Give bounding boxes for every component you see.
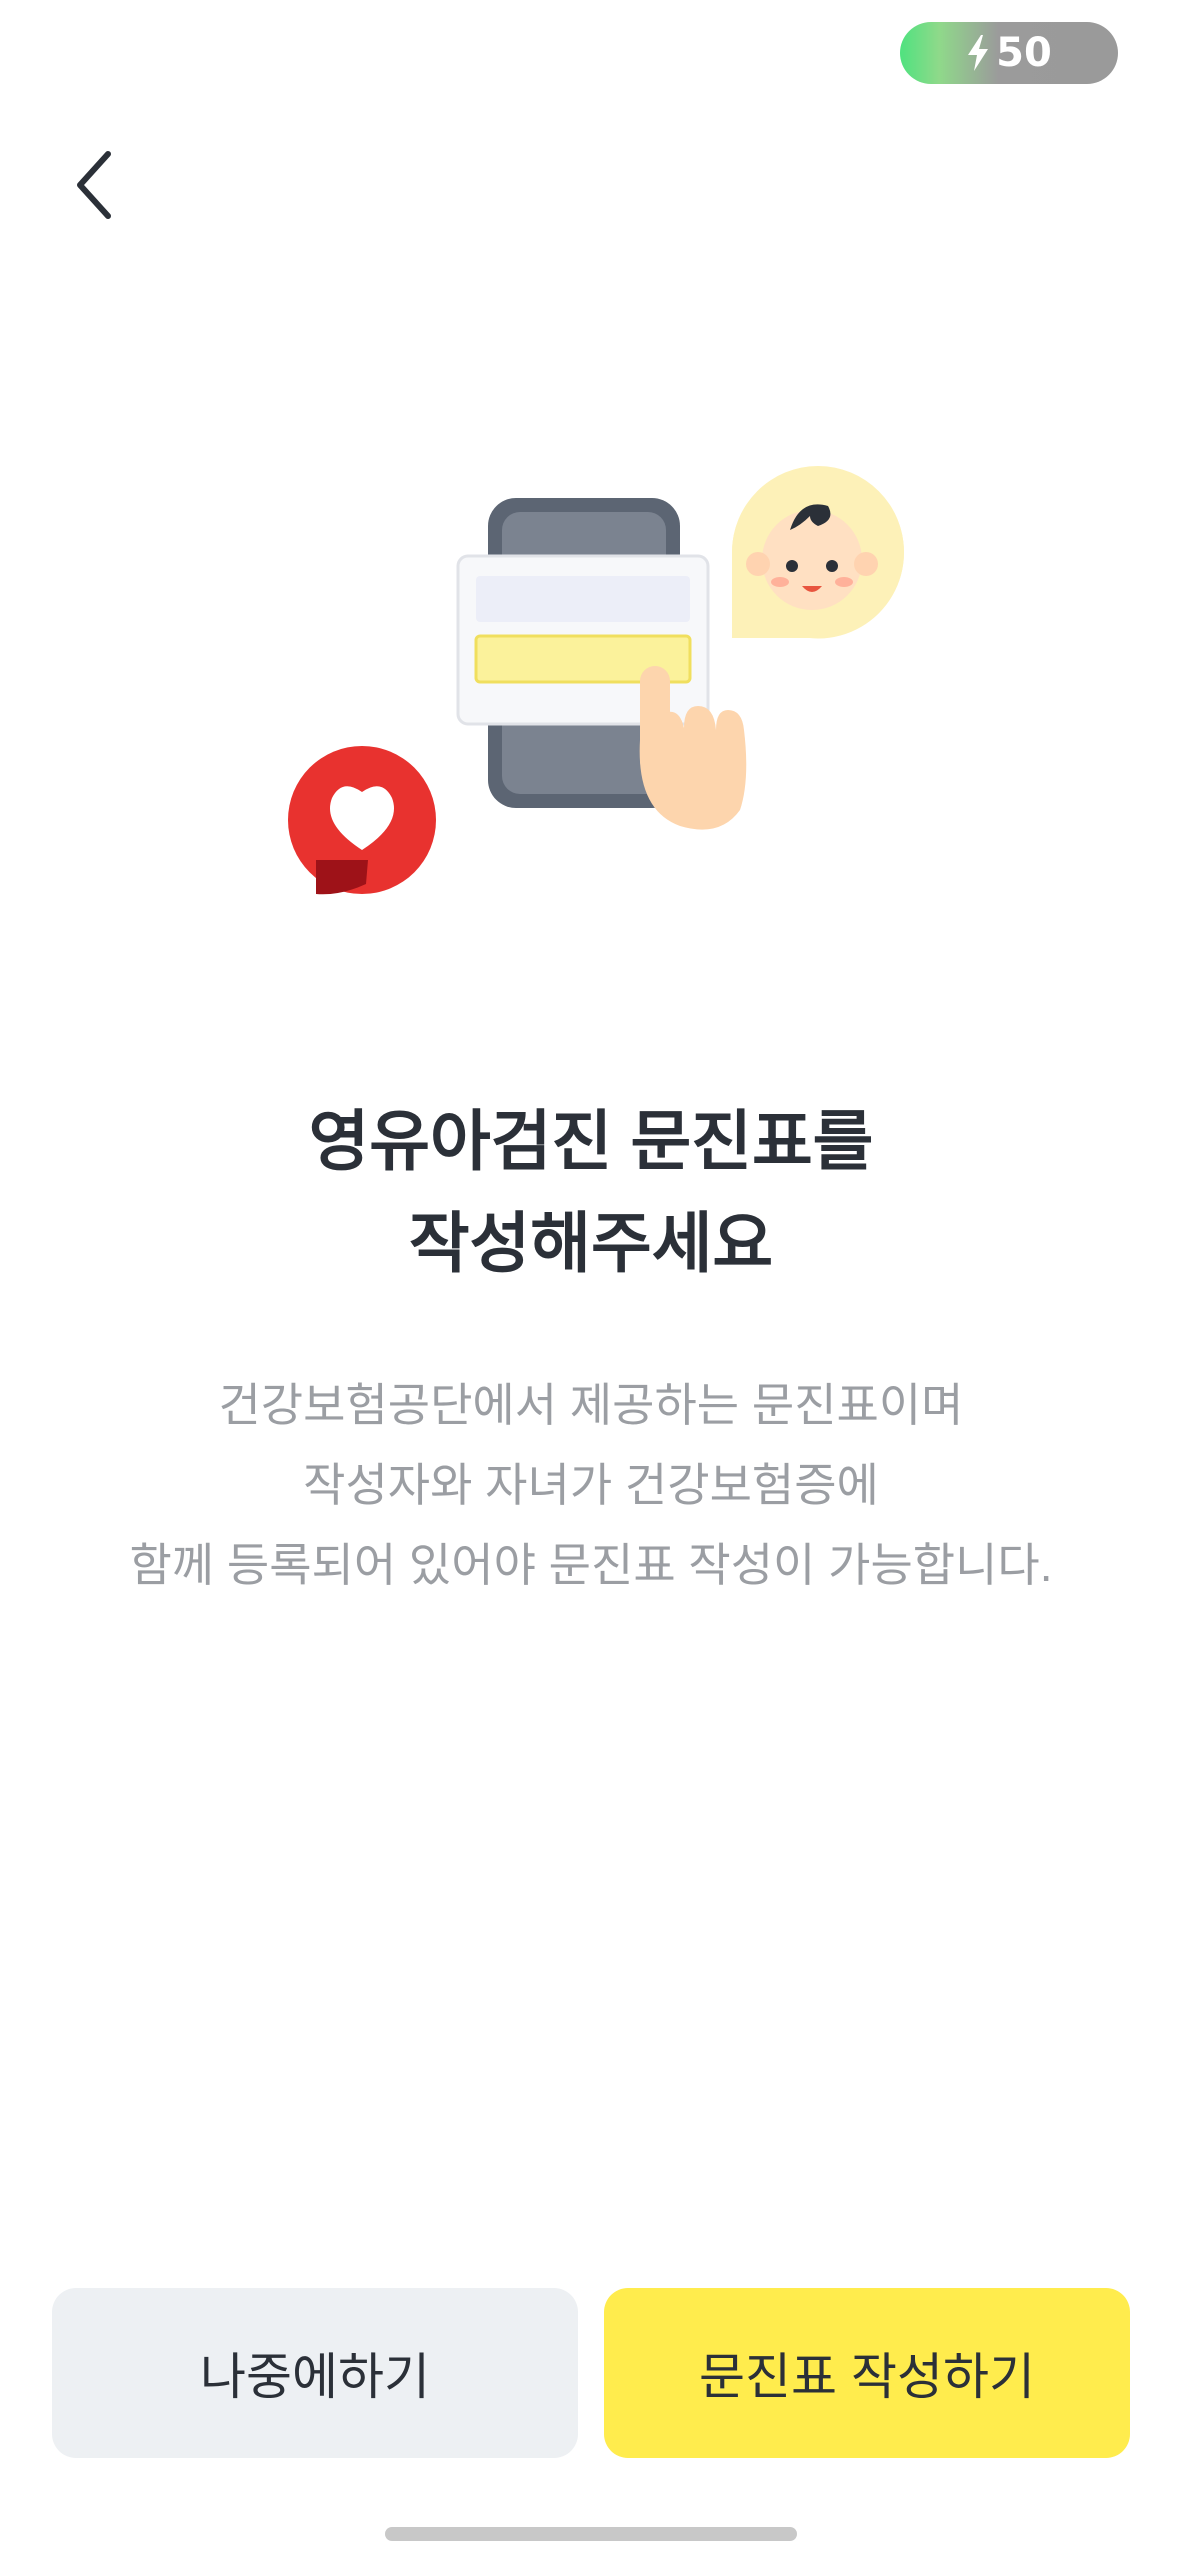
page-title: 영유아검진 문진표를 작성해주세요	[0, 1090, 1182, 1294]
heart-speech-bubble-icon	[288, 746, 436, 895]
questionnaire-illustration	[280, 380, 920, 940]
later-button[interactable]: 나중에하기	[52, 2288, 578, 2458]
description-line-1: 건강보험공단에서 제공하는 문진표이며	[218, 1379, 964, 1431]
description-line-2: 작성자와 자녀가 건강보험증에	[303, 1459, 879, 1511]
energy-badge: 50	[900, 22, 1118, 84]
write-questionnaire-button[interactable]: 문진표 작성하기	[604, 2288, 1130, 2458]
chevron-left-icon	[77, 151, 111, 219]
description-text: 건강보험공단에서 제공하는 문진표이며 작성자와 자녀가 건강보험증에 함께 등…	[0, 1365, 1182, 1605]
lightning-icon	[968, 35, 989, 71]
back-button[interactable]	[58, 140, 130, 230]
title-line-1: 영유아검진 문진표를	[308, 1104, 874, 1178]
later-button-label: 나중에하기	[200, 2349, 430, 2405]
energy-value: 50	[996, 30, 1052, 76]
write-questionnaire-button-label: 문진표 작성하기	[699, 2349, 1035, 2405]
description-line-3: 함께 등록되어 있어야 문진표 작성이 가능합니다.	[129, 1539, 1053, 1591]
baby-face-icon	[732, 466, 904, 639]
home-indicator[interactable]	[385, 2527, 797, 2541]
title-line-2: 작성해주세요	[408, 1206, 774, 1280]
